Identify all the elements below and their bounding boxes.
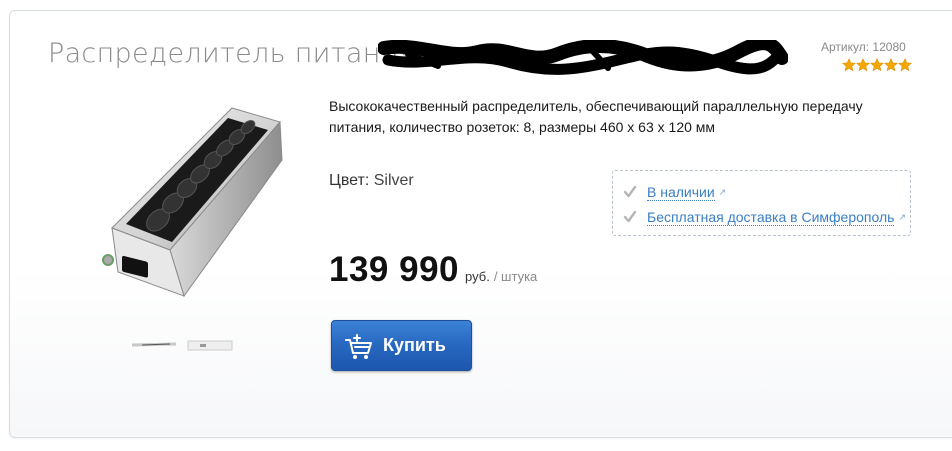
free-delivery-link[interactable]: Бесплатная доставка в Симферополь [647,209,895,226]
price-value: 139 990 [329,250,460,289]
check-icon [623,185,637,198]
star-icon [898,58,912,72]
availability-item: В наличии ↗ [623,182,726,202]
star-icon [870,58,884,72]
availability-box: В наличии ↗ Бесплатная доставка в Симфер… [612,170,911,236]
product-image[interactable] [92,100,292,305]
color-label: Цвет: [329,172,370,189]
buy-button[interactable]: Купить [331,320,472,371]
color-value: Silver [373,172,414,189]
thumbnail-1[interactable] [130,338,178,352]
star-icon [856,58,870,72]
in-stock-link[interactable]: В наличии [647,184,715,201]
currency-label: руб. [465,269,490,284]
thumbnail-2[interactable] [186,338,234,352]
availability-item: Бесплатная доставка в Симферополь ↗ [623,207,906,227]
redacted-scribble [378,40,788,75]
check-icon [623,210,637,223]
sku: Артикул: 12080 [821,40,906,54]
price-row: 139 990 руб. / штука [329,250,537,290]
thumbnail-strip [130,338,240,354]
sku-value: 12080 [872,40,906,54]
add-to-cart-icon [345,333,372,359]
rating-stars [842,58,912,72]
per-unit-label: / штука [493,269,538,284]
product-description: Высококачественный распределитель, обесп… [329,98,863,135]
product-title: Распределитель питания [48,38,416,69]
color-row: Цвет: Silver [329,172,414,190]
arrow-icon: ↗ [898,211,906,222]
buy-button-label: Купить [383,335,446,355]
star-icon [884,58,898,72]
arrow-icon: ↗ [718,186,727,197]
star-icon [842,58,856,72]
sku-label: Артикул: [821,40,870,54]
